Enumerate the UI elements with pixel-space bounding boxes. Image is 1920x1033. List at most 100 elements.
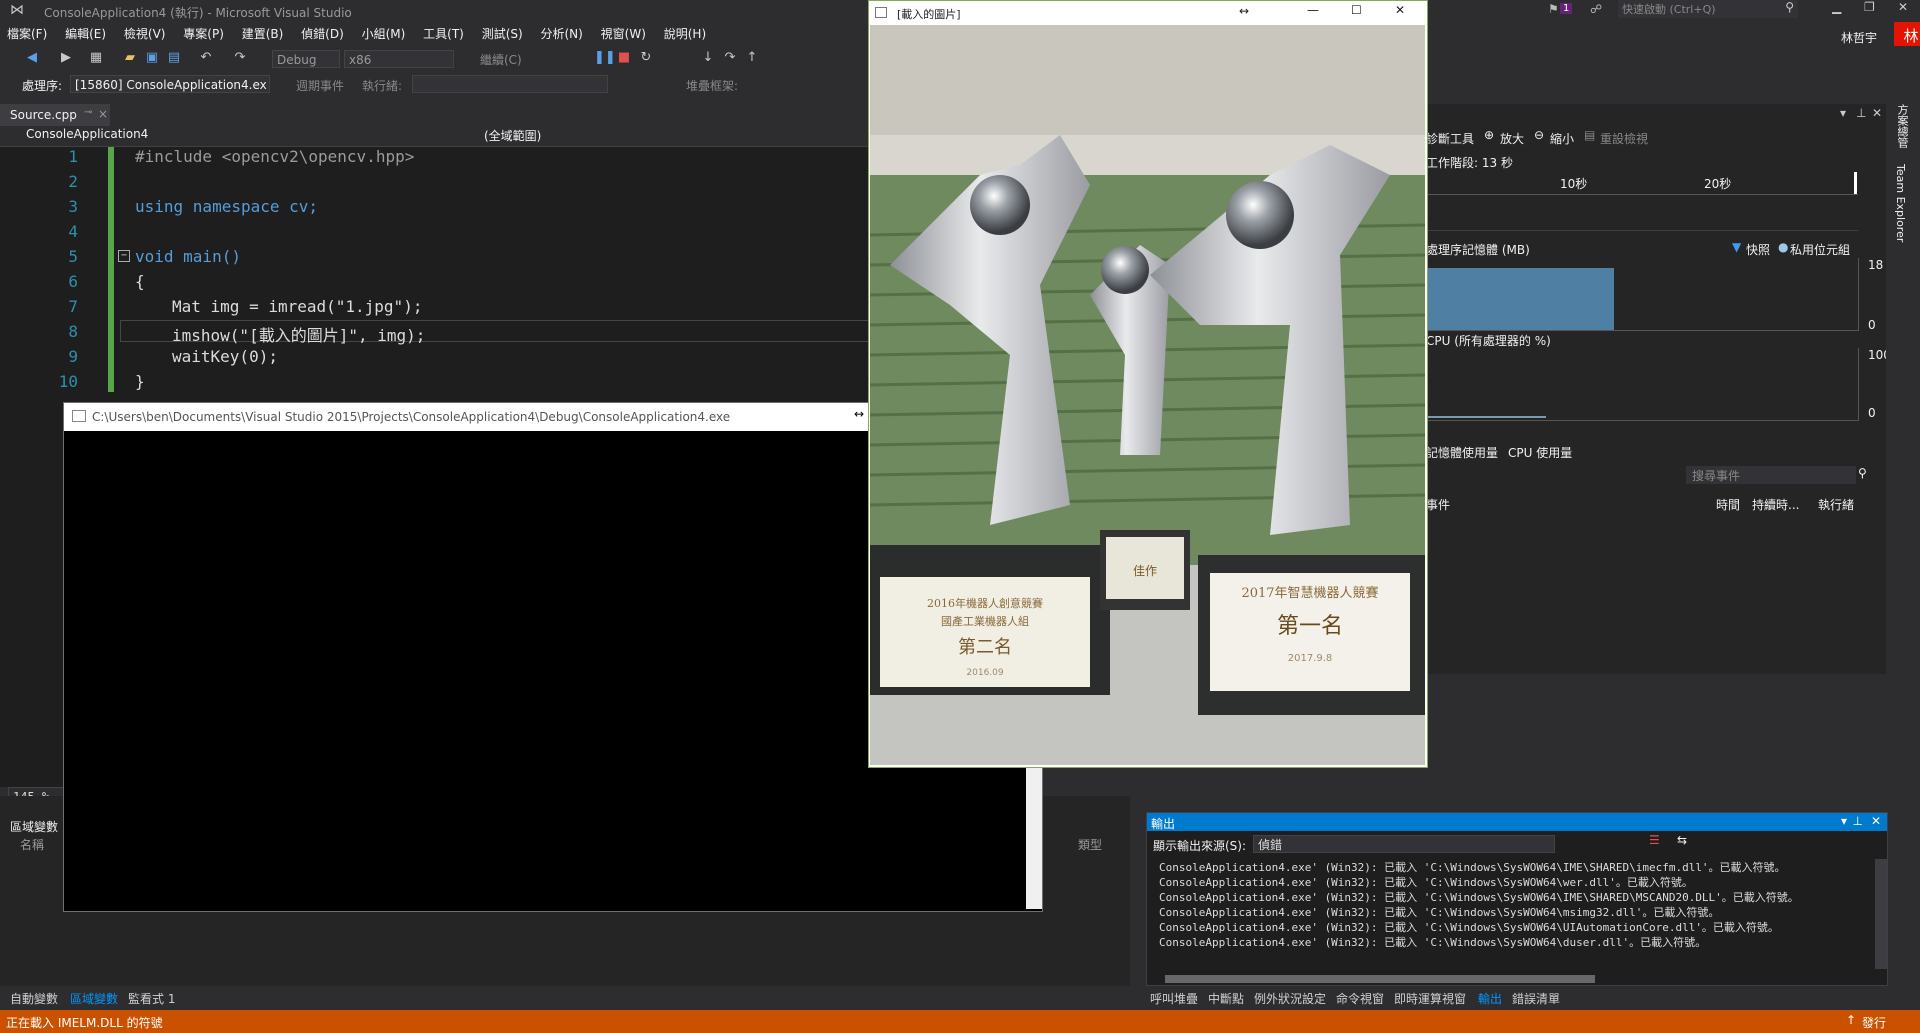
solution-explorer-tab[interactable]: 方案總管 [1894,104,1910,148]
menu-file[interactable]: 檔案(F) [0,22,54,42]
quick-launch-input[interactable]: 快速啟動 (Ctrl+Q) ⚲ [1618,0,1798,18]
menu-project[interactable]: 專案(P) [176,22,231,42]
word-wrap-icon[interactable]: ⇆ [1677,833,1687,847]
image-window-title-bar[interactable]: [載入的圖片] ↔ — ☐ ✕ [869,1,1427,25]
menu-window[interactable]: 視窗(W) [594,22,653,42]
output-text[interactable]: ConsoleApplication4.exe' (Win32): 已載入 'C… [1147,859,1867,965]
collapse-toggle-icon[interactable]: − [118,250,130,262]
process-select[interactable]: [15860] ConsoleApplication4.ex [70,75,270,93]
output-line: ConsoleApplication4.exe' (Win32): 已載入 'C… [1159,921,1779,934]
tab-output[interactable]: 輸出 [1478,990,1502,1007]
output-horizontal-scrollbar[interactable] [1165,975,1595,983]
tab-autos[interactable]: 自動變數 [10,990,58,1007]
column-duration[interactable]: 持續時... [1752,496,1799,513]
publish-button[interactable]: 發行 [1862,1014,1886,1031]
tab-error-list[interactable]: 錯誤清單 [1512,990,1560,1007]
tab-source-cpp[interactable]: Source.cpp ⊸ × [0,104,110,126]
memory-chart[interactable] [1426,258,1859,331]
project-scope-select[interactable]: ConsoleApplication4 [8,127,458,144]
notification-flag-icon[interactable]: ⚑ [1548,2,1559,16]
reset-view-icon[interactable]: ▤ [1584,128,1595,142]
forward-icon[interactable]: ▶ [58,50,74,66]
zoom-in-icon[interactable]: ⊕ [1484,128,1494,142]
save-all-icon[interactable]: ▤ [166,50,182,66]
diag-pin-icon[interactable]: ⊥ [1856,106,1866,120]
diag-panel-menu-icon[interactable]: ▾ [1840,106,1846,120]
team-explorer-tab[interactable]: Team Explorer [1894,164,1907,242]
pin-icon[interactable]: ⊸ [84,107,92,118]
zoom-out-button[interactable]: 縮小 [1550,130,1574,147]
pause-icon[interactable]: ❚❚ [594,50,616,66]
column-event[interactable]: 事件 [1426,496,1450,513]
user-name[interactable]: 林哲宇 [1834,26,1884,46]
open-file-icon[interactable]: ▰ [122,50,138,66]
minimize-button[interactable]: ▁ [1832,0,1841,14]
menu-debug[interactable]: 偵錯(D) [294,22,351,42]
publish-icon[interactable]: ↑ [1846,1013,1856,1027]
image-maximize-button[interactable]: ☐ [1351,3,1362,17]
tab-call-stack[interactable]: 呼叫堆疊 [1150,990,1198,1007]
output-pin-icon[interactable]: ⊥ [1853,814,1863,828]
output-close-icon[interactable]: ✕ [1871,814,1881,828]
undo-icon[interactable]: ↶ [198,50,214,66]
tab-watch-1[interactable]: 監看式 1 [128,990,175,1007]
reset-view-button[interactable]: 重設檢視 [1600,130,1648,147]
save-icon[interactable]: ▣ [144,50,160,66]
output-vertical-scrollbar[interactable] [1875,859,1887,969]
tab-immediate-window[interactable]: 即時運算視窗 [1394,990,1466,1007]
output-header[interactable]: 輸出 ▾ ⊥ ✕ [1147,813,1887,831]
tab-memory-usage[interactable]: 記憶體使用量 [1426,444,1498,461]
tab-command-window[interactable]: 命令視窗 [1336,990,1384,1007]
output-source-select[interactable]: 偵錯 [1253,835,1555,853]
step-into-icon[interactable]: ↓ [700,50,716,66]
lifecycle-events-button[interactable]: 週期事件 [296,77,344,94]
menu-team[interactable]: 小組(M) [355,22,413,42]
avatar[interactable]: 林 [1894,22,1920,47]
step-over-icon[interactable]: ↷ [722,50,738,66]
timeline-ruler[interactable]: 10秒 20秒 [1426,172,1858,195]
step-out-icon[interactable]: ↑ [744,50,760,66]
config-select[interactable]: Debug [272,50,340,68]
back-icon[interactable]: ◀ [24,50,40,66]
close-window-button[interactable]: ✕ [1898,0,1908,14]
zoom-out-icon[interactable]: ⊖ [1534,128,1544,142]
image-close-button[interactable]: ✕ [1395,3,1405,17]
menu-view[interactable]: 檢視(V) [117,22,173,42]
output-line: ConsoleApplication4.exe' (Win32): 已載入 'C… [1159,861,1786,874]
new-project-icon[interactable]: ▦ [88,50,104,66]
restore-button[interactable]: ❐ [1864,0,1875,14]
event-search-input[interactable]: 搜尋事件 [1686,466,1856,484]
restart-icon[interactable]: ↻ [638,50,654,66]
timeline-cursor[interactable] [1854,172,1857,194]
platform-select[interactable]: x86 [344,50,454,68]
output-menu-icon[interactable]: ▾ [1841,814,1847,828]
diag-close-icon[interactable]: ✕ [1872,106,1882,120]
global-scope-select[interactable]: (全域範圍) [466,127,866,144]
stop-icon[interactable]: ■ [616,50,632,66]
redo-icon[interactable]: ↷ [232,50,248,66]
menu-build[interactable]: 建置(B) [235,22,291,42]
cpu-min: 0 [1868,406,1876,420]
zoom-in-button[interactable]: 放大 [1500,130,1524,147]
continue-button[interactable]: 繼續(C) [480,51,522,68]
event-search-icon[interactable]: ⚲ [1858,466,1867,480]
tab-cpu-usage[interactable]: CPU 使用量 [1508,444,1572,461]
menu-analyze[interactable]: 分析(N) [534,22,590,42]
column-thread[interactable]: 執行緒 [1818,496,1854,513]
tab-exception-settings[interactable]: 例外狀況設定 [1254,990,1326,1007]
select-tools-button[interactable]: 診斷工具 [1426,130,1474,147]
column-time[interactable]: 時間 [1716,496,1740,513]
thread-select[interactable] [412,75,608,93]
image-viewer-window[interactable]: [載入的圖片] ↔ — ☐ ✕ 2016年機器人創意競賽 國產工業機器人組 第二… [868,0,1428,768]
menu-tools[interactable]: 工具(T) [416,22,471,42]
menu-edit[interactable]: 編輯(E) [58,22,113,42]
menu-test[interactable]: 測試(S) [475,22,530,42]
menu-help[interactable]: 說明(H) [657,22,713,42]
cpu-chart[interactable] [1426,348,1859,421]
tab-locals[interactable]: 區域變數 [70,990,118,1007]
close-tab-icon[interactable]: × [98,107,108,121]
tab-breakpoints[interactable]: 中斷點 [1208,990,1244,1007]
clear-all-icon[interactable]: ☰ [1649,833,1660,847]
feedback-icon[interactable]: ☍ [1590,2,1602,16]
image-minimize-button[interactable]: — [1307,3,1319,17]
